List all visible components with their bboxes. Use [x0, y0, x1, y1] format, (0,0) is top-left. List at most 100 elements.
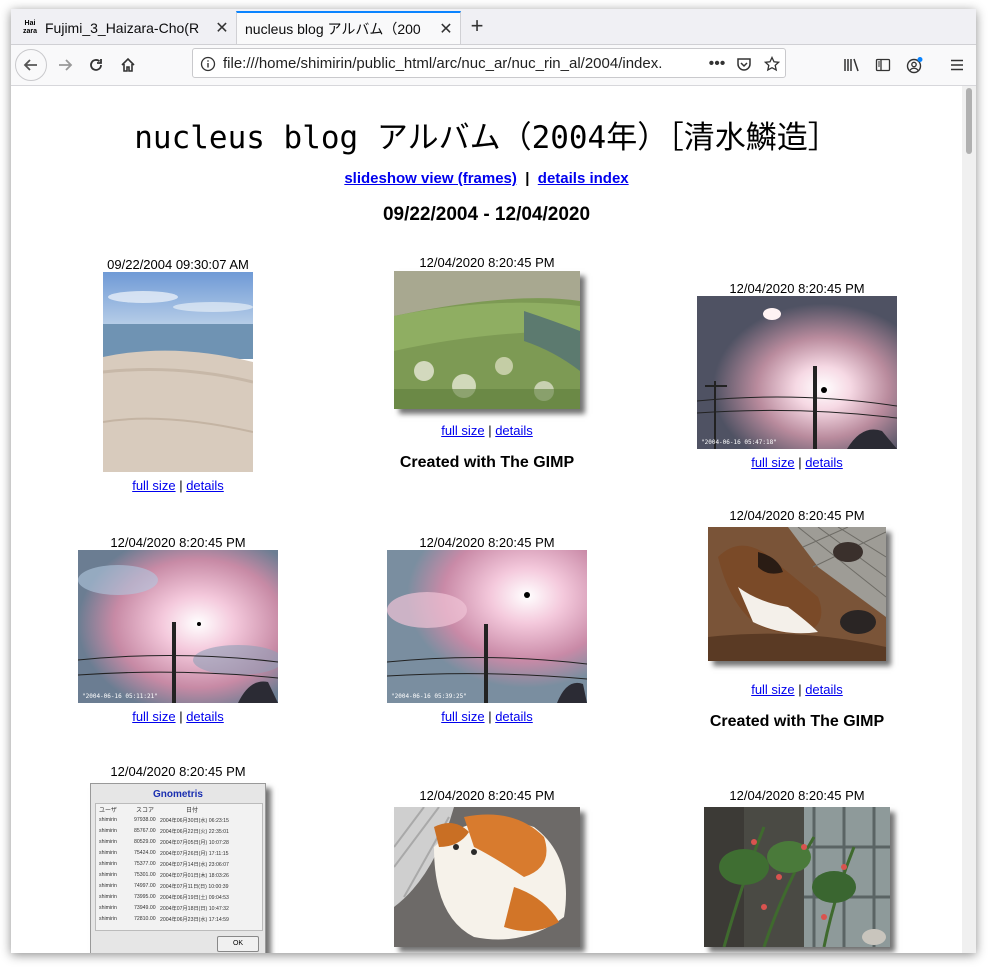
- score-cell: 72810.00: [134, 916, 156, 922]
- photo-links: full size | details: [697, 455, 897, 470]
- photo-cell: 12/04/2020 8:20:45 PM full size | detail…: [387, 255, 587, 472]
- date-range: 09/22/2004 - 12/04/2020: [382, 204, 591, 225]
- pink-sky-photo[interactable]: "2004-06-16 05:39:25": [387, 550, 587, 703]
- reload-icon: [90, 59, 102, 71]
- slideshow-view-link[interactable]: slideshow view (frames): [344, 170, 517, 187]
- full-size-link[interactable]: full size: [441, 423, 484, 438]
- score-cell: shimirin: [99, 916, 117, 922]
- photo-timestamp: 12/04/2020 8:20:45 PM: [419, 535, 555, 550]
- photo-cell: 12/04/2020 8:20:45 PM: [697, 788, 897, 947]
- forward-button[interactable]: [49, 49, 81, 81]
- back-button[interactable]: [15, 49, 47, 81]
- sidebar-button[interactable]: [867, 49, 899, 81]
- pink-sky-photo[interactable]: "2004-06-16 05:11:21": [78, 550, 278, 703]
- score-cell: 2004年07月01日(木) 18:03:26: [160, 873, 229, 879]
- score-cell: 2004年07月11日(日) 10:00:39: [160, 884, 229, 890]
- account-button[interactable]: [899, 49, 931, 81]
- address-bar[interactable]: file:///home/shimirin/public_html/arc/nu…: [192, 48, 786, 78]
- photo-caption: Created with The GIMP: [709, 713, 885, 730]
- photo-timestamp: 12/04/2020 8:20:45 PM: [729, 788, 865, 803]
- score-cell: 80529.00: [134, 839, 156, 845]
- photo-timestamp: 12/04/2020 8:20:45 PM: [419, 788, 555, 803]
- full-size-link[interactable]: full size: [132, 709, 175, 724]
- gnometris-screenshot[interactable]: Gnometris ユーザ スコア 日付 shimirin 97938.00 2004年…: [90, 783, 266, 953]
- plants-photo[interactable]: [704, 807, 890, 947]
- score-table-body: shimirin 97938.00 2004年06月30日(水) 06:23:15 s…: [96, 817, 262, 927]
- score-cell: shimirin: [99, 839, 117, 845]
- details-link[interactable]: details: [805, 682, 843, 697]
- score-row: shimirin 97938.00 2004年06月30日(水) 06:23:15: [96, 817, 262, 828]
- photo-datestamp: "2004-06-16 05:11:21": [82, 693, 158, 700]
- library-icon: [844, 58, 859, 72]
- score-cell: shimirin: [99, 850, 117, 856]
- photo-links: full size | details: [697, 682, 897, 697]
- score-cell: 2004年06月19日(土) 09:04:53: [160, 895, 229, 901]
- full-size-link[interactable]: full size: [441, 709, 484, 724]
- details-link[interactable]: details: [495, 709, 533, 724]
- photo-cell: 12/04/2020 8:20:45 PM "2004-06-16 05:11:…: [78, 535, 278, 724]
- home-button[interactable]: [112, 49, 144, 81]
- menu-button[interactable]: [941, 49, 973, 81]
- forward-arrow-icon: [59, 59, 73, 71]
- ok-button[interactable]: OK: [217, 936, 259, 952]
- field-photo[interactable]: [394, 271, 580, 409]
- photo-cell: 12/04/2020 8:20:45 PM Gnometris ユーザ スコア 日付…: [78, 764, 278, 953]
- score-cell: 2004年06月30日(水) 06:23:15: [160, 818, 229, 824]
- score-column-header: ユーザ: [99, 808, 117, 814]
- hamburger-menu-icon: [951, 59, 963, 71]
- browser-window: Hai zara Fujimi_3_Haizara-Cho(R ✕ nucleus…: [11, 9, 976, 953]
- tab-label: Fujimi_3_Haizara-Cho(R: [45, 20, 200, 36]
- dog-photo[interactable]: [708, 527, 886, 661]
- photo-timestamp: 12/04/2020 8:20:45 PM: [110, 535, 246, 550]
- close-tab-icon[interactable]: ✕: [436, 19, 456, 39]
- pocket-icon[interactable]: [734, 54, 754, 74]
- link-separator: |: [179, 709, 183, 724]
- score-cell: 2004年07月14日(水) 23:06:07: [160, 862, 229, 868]
- new-tab-button[interactable]: +: [467, 15, 487, 39]
- details-link[interactable]: details: [495, 423, 533, 438]
- photo-links: full size | details: [78, 478, 278, 493]
- close-tab-icon[interactable]: ✕: [212, 18, 232, 38]
- page-title: nucleus blog アルバム（2004年）［清水鱗造］: [134, 120, 839, 156]
- link-separator: |: [179, 478, 183, 493]
- link-separator: |: [525, 170, 530, 187]
- full-size-link[interactable]: full size: [751, 682, 794, 697]
- details-index-link[interactable]: details index: [538, 170, 629, 187]
- score-row: shimirin 73949.00 2004年07月18日(日) 10:47:32: [96, 905, 262, 916]
- full-size-link[interactable]: full size: [751, 455, 794, 470]
- score-cell: 97938.00: [134, 817, 156, 823]
- tab-fujimi[interactable]: Hai zara Fujimi_3_Haizara-Cho(R ✕: [13, 12, 236, 44]
- sun-photo[interactable]: "2004-06-16 05:47:18": [697, 296, 897, 449]
- vertical-scrollbar[interactable]: [962, 86, 976, 953]
- url-text[interactable]: file:///home/shimirin/public_html/arc/nu…: [223, 55, 703, 72]
- score-row: shimirin 73995.00 2004年06月19日(土) 09:04:53: [96, 894, 262, 905]
- ok-label: OK: [232, 940, 244, 947]
- reload-button[interactable]: [80, 49, 112, 81]
- beach-photo[interactable]: [103, 272, 253, 472]
- score-cell: 2004年07月05日(月) 10:07:28: [160, 840, 229, 846]
- tab-nucleus-album[interactable]: nucleus blog アルバム（200 ✕: [236, 11, 461, 44]
- scrollbar-thumb[interactable]: [966, 88, 972, 154]
- library-button[interactable]: [836, 49, 868, 81]
- details-link[interactable]: details: [186, 478, 224, 493]
- score-cell: shimirin: [99, 861, 117, 867]
- full-size-link[interactable]: full size: [132, 478, 175, 493]
- info-icon[interactable]: [198, 54, 218, 74]
- photo-timestamp: 12/04/2020 8:20:45 PM: [419, 255, 555, 270]
- score-cell: 75424.00: [134, 850, 156, 856]
- photo-links: full size | details: [387, 709, 587, 724]
- page-actions-icon[interactable]: •••: [707, 54, 727, 74]
- cat-photo[interactable]: [394, 807, 580, 947]
- details-link[interactable]: details: [805, 455, 843, 470]
- page-content: nucleus blog アルバム（2004年）［清水鱗造］ slideshow…: [11, 86, 962, 953]
- details-link[interactable]: details: [186, 709, 224, 724]
- photo-cell: 12/04/2020 8:20:45 PM "2004-06-16 05:47:…: [697, 281, 897, 470]
- photo-caption: Created with The GIMP: [399, 454, 575, 471]
- bookmark-star-icon[interactable]: [762, 54, 782, 74]
- score-cell: 2004年07月18日(日) 10:47:32: [160, 906, 229, 912]
- photo-cell: 12/04/2020 8:20:45 PM "2004-06-16 05:39:…: [387, 535, 587, 724]
- score-cell: shimirin: [99, 817, 117, 823]
- score-cell: 2004年07月26日(月) 17:11:15: [160, 851, 229, 857]
- photo-cell: 12/04/2020 8:20:45 PM: [387, 788, 587, 947]
- score-table: ユーザ スコア 日付 shimirin 97938.00 2004年06月30日(水) …: [95, 803, 263, 931]
